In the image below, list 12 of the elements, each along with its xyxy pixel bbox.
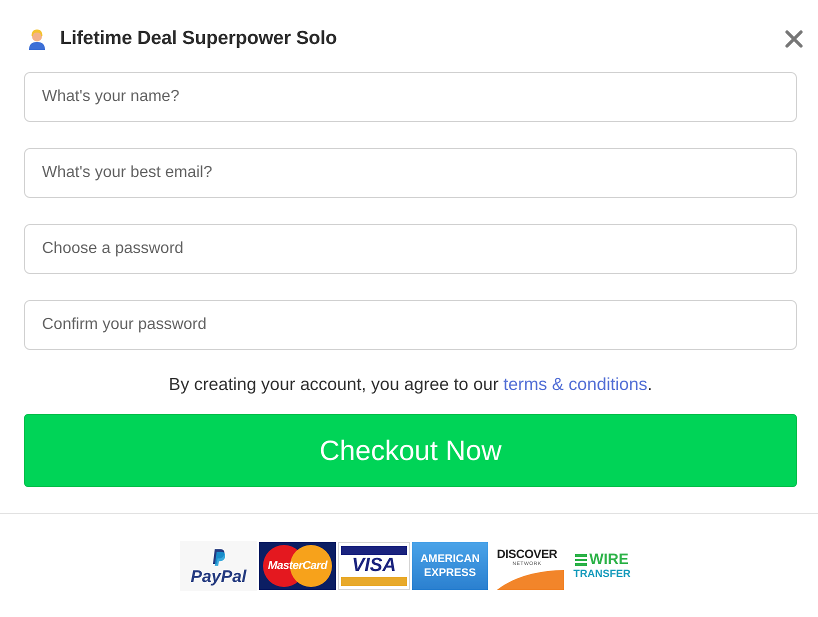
dialog-title: Lifetime Deal Superpower Solo <box>60 28 338 50</box>
close-icon[interactable] <box>785 30 803 48</box>
payment-logo: PayPal <box>180 541 257 591</box>
input-field[interactable]: Choose a password <box>24 224 797 274</box>
terms-link[interactable]: terms & conditions <box>503 374 648 394</box>
person-icon <box>28 28 46 50</box>
input-field[interactable]: What's your best email? <box>24 148 797 198</box>
input-field[interactable]: What's your name? <box>24 72 797 122</box>
input-field[interactable]: Confirm your password <box>24 300 797 350</box>
payment-logo: AMERICAN EXPRESS <box>412 542 488 590</box>
payment-logo: VISA <box>338 542 410 590</box>
terms-text: By creating your account, you agree to our terms & conditions. <box>168 373 654 396</box>
